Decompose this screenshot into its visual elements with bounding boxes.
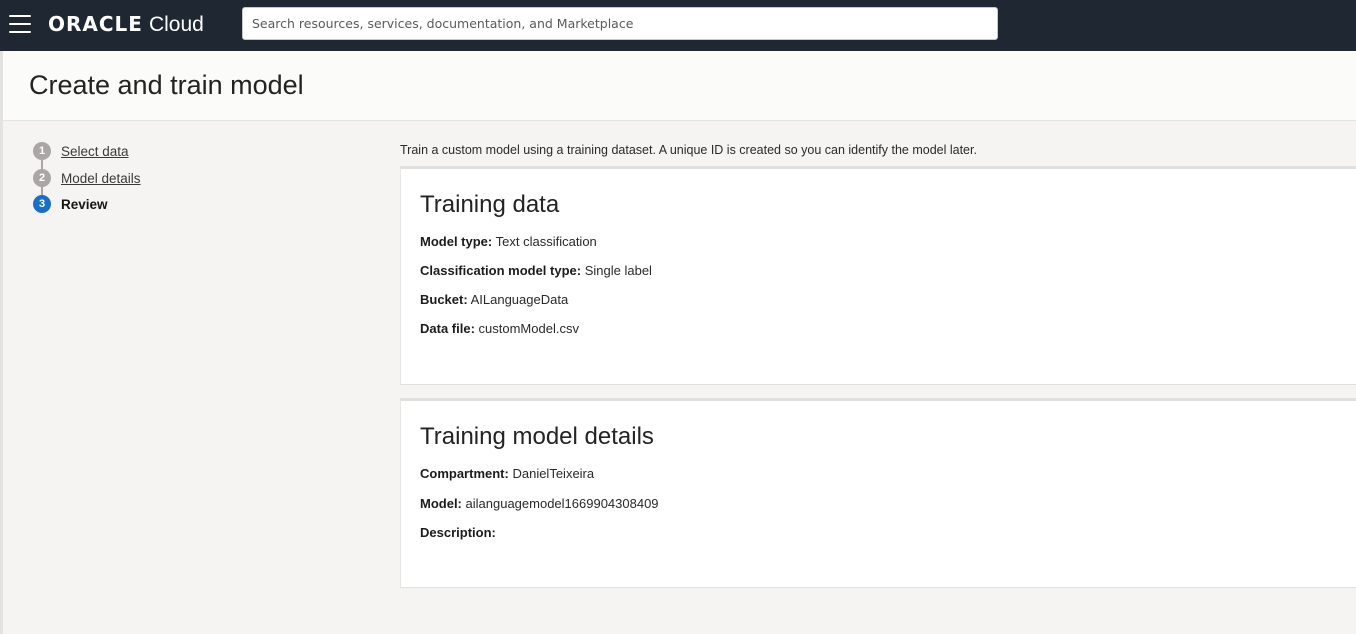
page-title: Create and train model	[29, 70, 304, 100]
step-number: 2	[33, 169, 51, 187]
field-label: Model:	[420, 496, 462, 511]
step-select-data[interactable]: 1 Select data	[33, 142, 129, 160]
menu-icon-bar	[9, 23, 31, 25]
field-label: Data file:	[420, 321, 475, 336]
step-connector	[41, 186, 43, 195]
bucket-row: Bucket: AILanguageData	[420, 292, 568, 307]
field-label: Bucket:	[420, 292, 468, 307]
training-data-card: Training data Model type: Text classific…	[400, 166, 1356, 385]
step-number: 1	[33, 142, 51, 160]
field-value: DanielTeixeira	[512, 466, 595, 481]
training-model-details-heading: Training model details	[420, 423, 654, 450]
menu-icon-bar	[9, 15, 31, 17]
field-value: Single label	[584, 263, 652, 278]
step-review: 3 Review	[33, 195, 108, 213]
field-value: Text classification	[495, 234, 597, 249]
top-navigation-bar: ORACLE Cloud	[0, 0, 1356, 51]
field-label: Model type:	[420, 234, 493, 249]
field-label: Compartment:	[420, 466, 509, 481]
model-type-row: Model type: Text classification	[420, 234, 597, 249]
training-data-heading: Training data	[420, 191, 560, 218]
step-model-details[interactable]: 2 Model details	[33, 169, 141, 187]
logo-brand: ORACLE	[48, 12, 143, 36]
step-label[interactable]: Model details	[61, 171, 141, 186]
field-label: Description:	[420, 525, 496, 540]
training-model-details-card: Training model details Compartment: Dani…	[400, 398, 1356, 588]
page-header: Create and train model	[0, 51, 1356, 121]
intro-text: Train a custom model using a training da…	[400, 143, 977, 157]
step-number: 3	[33, 195, 51, 213]
field-value: AILanguageData	[470, 292, 569, 307]
description-row: Description:	[420, 525, 496, 540]
compartment-row: Compartment: DanielTeixeira	[420, 466, 594, 481]
classification-model-type-row: Classification model type: Single label	[420, 263, 652, 278]
search-input[interactable]	[242, 7, 998, 40]
oracle-cloud-logo[interactable]: ORACLE Cloud	[48, 12, 204, 37]
menu-icon-bar	[9, 31, 31, 33]
field-value: ailanguagemodel1669904308409	[465, 496, 659, 511]
model-row: Model: ailanguagemodel1669904308409	[420, 496, 659, 511]
step-connector	[41, 160, 43, 169]
menu-icon[interactable]	[9, 15, 31, 33]
field-label: Classification model type:	[420, 263, 582, 278]
main-content: 1 Select data 2 Model details 3 Review T…	[0, 121, 1356, 634]
logo-product: Cloud	[148, 13, 204, 36]
step-label[interactable]: Select data	[61, 144, 129, 159]
step-label: Review	[61, 196, 108, 212]
field-value: customModel.csv	[478, 321, 579, 336]
data-file-row: Data file: customModel.csv	[420, 321, 579, 336]
